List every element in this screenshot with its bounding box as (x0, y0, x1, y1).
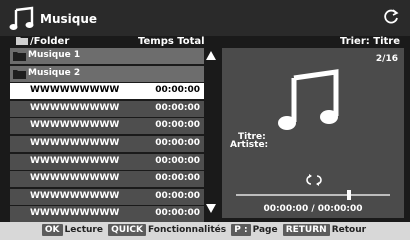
refresh-icon[interactable] (382, 8, 400, 26)
ok-hint: Lecture (64, 225, 103, 235)
folder-column-header: /Folder (16, 36, 69, 47)
track-time: 00:00:00 (155, 208, 200, 219)
total-time-header: Temps Total (138, 36, 205, 47)
folder-item[interactable]: Musique 1 (10, 48, 204, 64)
music-note-icon (9, 6, 34, 30)
track-row[interactable]: WWWWWWWWW 00:00:00 (10, 188, 204, 205)
track-name: WWWWWWWWW (30, 120, 120, 131)
track-list: Musique 1 Musique 2 WWWWWWWWW 00:00:00 W… (10, 48, 204, 224)
folder-icon (13, 52, 26, 61)
track-time: 00:00:00 (155, 190, 200, 201)
music-browser-window: Musique /Folder Temps Total Trier: Titre… (0, 0, 410, 224)
progress-handle[interactable] (346, 190, 351, 200)
track-row[interactable]: WWWWWWWWW 00:00:00 (10, 135, 204, 152)
footer-hint-bar: OK Lecture QUICK Fonctionnalités P : Page R… (0, 222, 410, 240)
track-name: WWWWWWWWW (30, 190, 120, 201)
track-name: WWWWWWWWW (30, 85, 120, 96)
time-readout: 00:00:00 / 00:00:00 (263, 204, 363, 214)
page-key: P : (231, 224, 251, 236)
header-bar: Musique (0, 0, 410, 36)
track-row[interactable]: WWWWWWWWW 00:00:00 (10, 153, 204, 170)
page-hint: Page (252, 225, 278, 235)
ok-key: OK (41, 224, 63, 236)
track-name: WWWWWWWWW (30, 102, 120, 113)
folder-item[interactable]: Musique 2 (10, 65, 204, 82)
now-playing-panel: 2/16 Titre: Artiste: 00:00:00 / 00:00:00 (222, 48, 404, 218)
quick-hint: Fonctionnalités (148, 225, 227, 235)
app-title: Musique (40, 12, 98, 26)
folder-item-label: Musique 2 (28, 67, 81, 78)
track-name: WWWWWWWWW (30, 173, 120, 184)
return-hint: Retour (331, 225, 367, 235)
repeat-icon[interactable] (306, 174, 322, 186)
scroll-up-arrow-icon[interactable] (204, 48, 218, 62)
folder-item-label: Musique 1 (28, 50, 81, 60)
return-key: RETURN (282, 224, 330, 236)
folder-icon (13, 69, 26, 79)
track-name: WWWWWWWWW (30, 155, 120, 166)
track-row-selected[interactable]: WWWWWWWWW 00:00:00 (10, 83, 204, 100)
track-name: WWWWWWWWW (30, 208, 120, 219)
track-counter: 2/16 (375, 54, 398, 64)
track-row[interactable]: WWWWWWWWW 00:00:00 (10, 100, 204, 117)
scroll-down-arrow-icon[interactable] (204, 202, 218, 216)
folder-icon (16, 37, 28, 45)
sort-indicator[interactable]: Trier: Titre (340, 36, 400, 47)
track-time: 00:00:00 (155, 155, 200, 166)
track-row[interactable]: WWWWWWWWW 00:00:00 (10, 118, 204, 135)
track-time: 00:00:00 (155, 102, 200, 113)
track-row[interactable]: WWWWWWWWW 00:00:00 (10, 206, 204, 223)
track-name: WWWWWWWWW (30, 137, 120, 148)
track-row[interactable]: WWWWWWWWW 00:00:00 (10, 171, 204, 188)
track-time: 00:00:00 (155, 120, 200, 131)
track-time: 00:00:00 (155, 173, 200, 184)
progress-bar[interactable] (236, 190, 390, 200)
quick-key: QUICK (108, 224, 146, 236)
track-time: 00:00:00 (155, 85, 200, 96)
track-time: 00:00:00 (155, 137, 200, 148)
music-note-icon (278, 69, 339, 130)
artist-label: Artiste: (230, 140, 269, 150)
folder-column-label: /Folder (30, 36, 70, 47)
